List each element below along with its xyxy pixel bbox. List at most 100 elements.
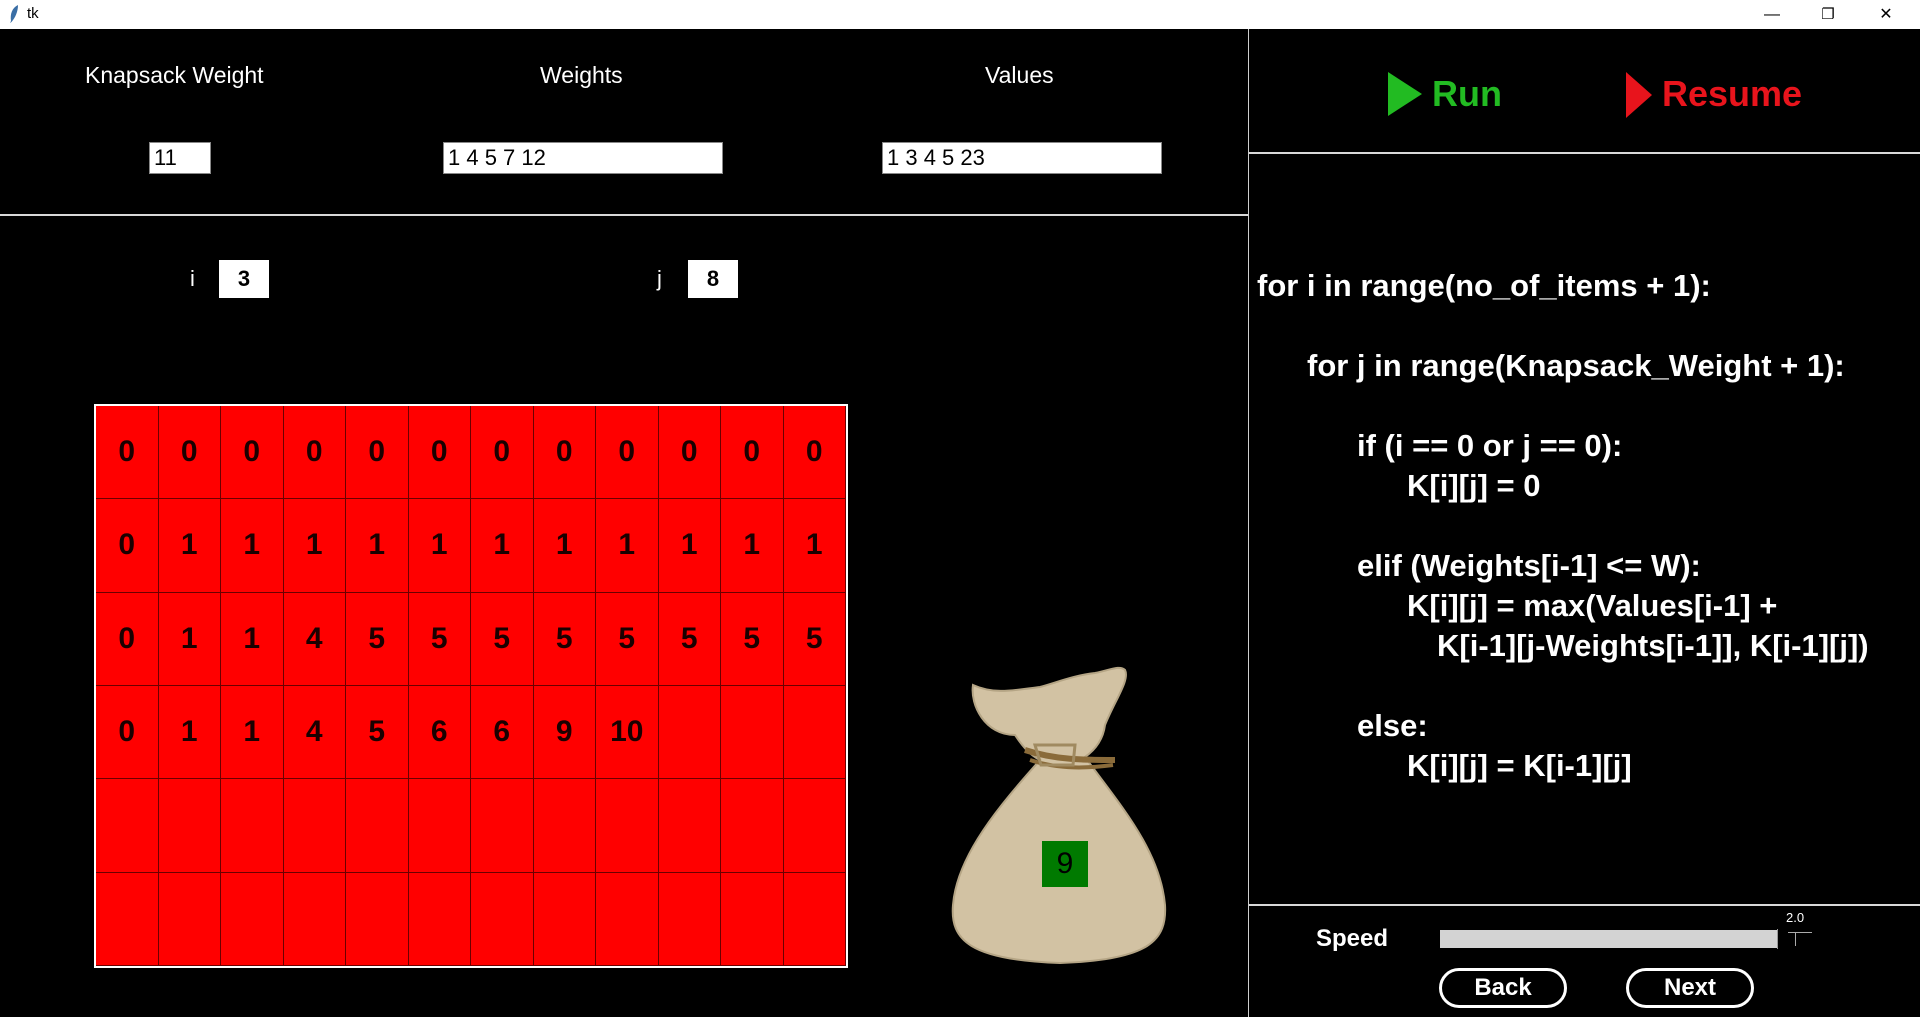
dp-cell: 0 bbox=[96, 592, 159, 686]
dp-cell: 1 bbox=[408, 499, 471, 593]
dp-cell bbox=[658, 686, 721, 780]
input-section-divider bbox=[0, 214, 1248, 216]
dp-cell bbox=[408, 872, 471, 966]
knapsack-bag-icon bbox=[951, 666, 1167, 965]
dp-cell: 0 bbox=[96, 686, 159, 780]
dp-cell bbox=[283, 872, 346, 966]
values-label: Values bbox=[985, 62, 1054, 88]
dp-cell bbox=[346, 872, 409, 966]
dp-cell: 1 bbox=[221, 686, 284, 780]
i-value: 3 bbox=[219, 260, 269, 298]
dp-cell: 0 bbox=[533, 406, 596, 500]
speed-value: 2.0 bbox=[1786, 910, 1805, 925]
dp-cell: 1 bbox=[221, 592, 284, 686]
knapsack-weight-input[interactable] bbox=[149, 142, 211, 174]
j-label: j bbox=[657, 266, 662, 291]
dp-cell bbox=[158, 872, 221, 966]
dp-cell: 1 bbox=[596, 499, 659, 593]
dp-cell bbox=[596, 779, 659, 873]
resume-play-icon[interactable] bbox=[1624, 70, 1654, 120]
restore-button[interactable]: ❐ bbox=[1805, 0, 1851, 29]
resume-button[interactable]: Resume bbox=[1662, 73, 1802, 115]
dp-cell bbox=[96, 872, 159, 966]
dp-cell: 6 bbox=[408, 686, 471, 780]
weights-input[interactable] bbox=[443, 142, 723, 174]
dp-cell: 1 bbox=[221, 499, 284, 593]
dp-cell: 0 bbox=[96, 499, 159, 593]
code-line-3: if (i == 0 or j == 0): bbox=[1357, 428, 1623, 463]
dp-cell bbox=[346, 779, 409, 873]
dp-cell bbox=[408, 779, 471, 873]
run-button[interactable]: Run bbox=[1432, 73, 1502, 115]
dp-cell: 1 bbox=[721, 499, 784, 593]
dp-cell: 0 bbox=[158, 406, 221, 500]
dp-cell: 6 bbox=[471, 686, 534, 780]
values-input[interactable] bbox=[882, 142, 1162, 174]
close-button[interactable]: ✕ bbox=[1863, 0, 1909, 29]
dp-cell: 4 bbox=[283, 686, 346, 780]
dp-cell: 5 bbox=[658, 592, 721, 686]
window-title: tk bbox=[27, 5, 39, 22]
dp-cell: 1 bbox=[158, 686, 221, 780]
dp-cell bbox=[533, 872, 596, 966]
controls-divider bbox=[1249, 152, 1920, 154]
dp-cell: 1 bbox=[158, 499, 221, 593]
next-button[interactable]: Next bbox=[1626, 968, 1754, 1008]
dp-cell: 1 bbox=[346, 499, 409, 593]
dp-cell: 5 bbox=[471, 592, 534, 686]
dp-cell: 1 bbox=[658, 499, 721, 593]
dp-table: 0000000000000111111111110114555555550114… bbox=[94, 404, 848, 968]
dp-cell bbox=[471, 779, 534, 873]
minimize-button[interactable]: — bbox=[1749, 0, 1795, 29]
dp-cell: 9 bbox=[533, 686, 596, 780]
dp-cell bbox=[533, 779, 596, 873]
code-line-2: for j in range(Knapsack_Weight + 1): bbox=[1307, 348, 1845, 383]
bag-current-value: 9 bbox=[1042, 841, 1088, 887]
weights-label: Weights bbox=[540, 62, 623, 88]
dp-cell: 0 bbox=[721, 406, 784, 500]
run-play-icon[interactable] bbox=[1386, 70, 1424, 118]
dp-cell: 1 bbox=[158, 592, 221, 686]
code-line-9: K[i][j] = K[i-1][j] bbox=[1407, 748, 1632, 783]
dp-cell: 0 bbox=[783, 406, 846, 500]
dp-cell bbox=[721, 872, 784, 966]
code-line-1: for i in range(no_of_items + 1): bbox=[1257, 268, 1711, 303]
dp-cell: 5 bbox=[721, 592, 784, 686]
dp-cell: 5 bbox=[596, 592, 659, 686]
dp-cell: 5 bbox=[346, 592, 409, 686]
dp-cell: 0 bbox=[346, 406, 409, 500]
dp-cell: 0 bbox=[221, 406, 284, 500]
code-line-5: elif (Weights[i-1] <= W): bbox=[1357, 548, 1701, 583]
dp-cell bbox=[658, 779, 721, 873]
dp-cell: 10 bbox=[596, 686, 659, 780]
dp-cell: 1 bbox=[471, 499, 534, 593]
dp-cell: 1 bbox=[533, 499, 596, 593]
dp-cell: 1 bbox=[283, 499, 346, 593]
dp-cell: 0 bbox=[658, 406, 721, 500]
speed-label: Speed bbox=[1316, 925, 1389, 952]
speed-tick bbox=[1795, 932, 1796, 946]
code-line-4: K[i][j] = 0 bbox=[1407, 468, 1541, 503]
dp-cell bbox=[221, 872, 284, 966]
dp-cell: 0 bbox=[96, 406, 159, 500]
back-button[interactable]: Back bbox=[1439, 968, 1567, 1008]
dp-cell bbox=[658, 872, 721, 966]
dp-cell bbox=[471, 872, 534, 966]
dp-cell bbox=[596, 872, 659, 966]
dp-cell bbox=[221, 779, 284, 873]
speed-tick-base bbox=[1788, 932, 1812, 933]
code-line-7: K[i-1][j-Weights[i-1]], K[i-1][j]) bbox=[1437, 628, 1869, 663]
i-label: i bbox=[190, 266, 195, 291]
dp-cell bbox=[96, 779, 159, 873]
speed-slider[interactable] bbox=[1440, 930, 1778, 948]
dp-cell: 5 bbox=[346, 686, 409, 780]
code-line-8: else: bbox=[1357, 708, 1428, 743]
dp-cell: 5 bbox=[533, 592, 596, 686]
dp-cell bbox=[721, 686, 784, 780]
dp-cell: 1 bbox=[783, 499, 846, 593]
dp-cell bbox=[783, 779, 846, 873]
dp-cell bbox=[283, 779, 346, 873]
j-value: 8 bbox=[688, 260, 738, 298]
dp-cell: 4 bbox=[283, 592, 346, 686]
code-panel bbox=[1249, 29, 1920, 1017]
